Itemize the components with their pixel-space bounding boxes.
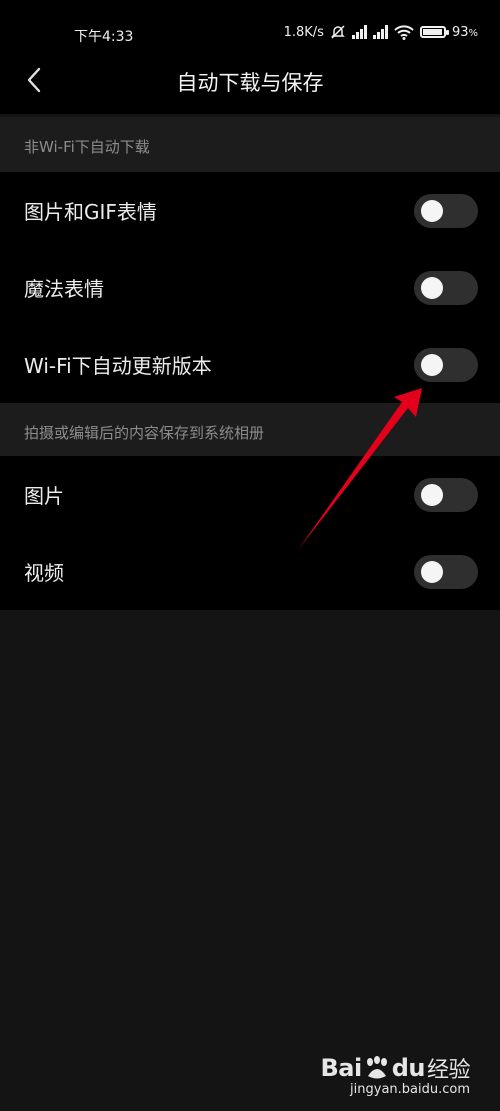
setting-row-save-images[interactable]: 图片 [0,456,500,533]
setting-label: 图片和GIF表情 [24,200,157,224]
battery-icon [419,26,449,38]
toggle-knob [421,353,443,376]
status-icons: 1.8K/s 93% [284,24,478,40]
save-videos-toggle[interactable] [414,554,478,589]
section-group-save-album: 图片 视频 [0,456,500,610]
toggle-knob [421,199,443,222]
images-gif-toggle[interactable] [414,193,478,228]
watermark-url: jingyan.baidu.com [350,1082,470,1097]
setting-row-images-gif[interactable]: 图片和GIF表情 [0,172,500,249]
section-header-save-album: 拍摄或编辑后的内容保存到系统相册 [0,403,500,461]
setting-row-magic-emoji[interactable]: 魔法表情 [0,249,500,326]
toggle-knob [421,560,443,583]
setting-label: Wi-Fi下自动更新版本 [24,354,212,378]
setting-label: 魔法表情 [24,277,104,301]
network-speed: 1.8K/s [283,24,324,40]
paw-icon [366,1056,387,1079]
toggle-knob [421,483,443,506]
nav-header: 自动下载与保存 [0,50,500,114]
wifi-icon [394,24,414,40]
cellular-signal-icon [351,25,367,39]
watermark-logo: Bai du 经验 [320,1054,471,1083]
mute-bell-icon [331,25,345,39]
status-time: 下午4:33 [74,29,134,45]
wifi-auto-update-toggle[interactable] [414,347,478,382]
magic-emoji-toggle[interactable] [414,270,478,305]
section-group-non-wifi: 图片和GIF表情 魔法表情 Wi-Fi下自动更新版本 [0,172,500,403]
page-title: 自动下载与保存 [176,71,324,95]
baidu-jingyan-watermark: Bai du 经验 jingyan.baidu.com [321,1052,471,1097]
setting-row-wifi-auto-update[interactable]: Wi-Fi下自动更新版本 [0,326,500,403]
cellular-signal-2-icon [372,25,388,39]
setting-label: 图片 [24,484,64,508]
save-images-toggle[interactable] [414,477,478,512]
setting-label: 视频 [24,561,64,585]
section-header-non-wifi: 非Wi-Fi下自动下载 [0,117,500,175]
toggle-knob [421,276,443,299]
battery-percent: 93% [451,24,478,40]
setting-row-save-videos[interactable]: 视频 [0,533,500,610]
